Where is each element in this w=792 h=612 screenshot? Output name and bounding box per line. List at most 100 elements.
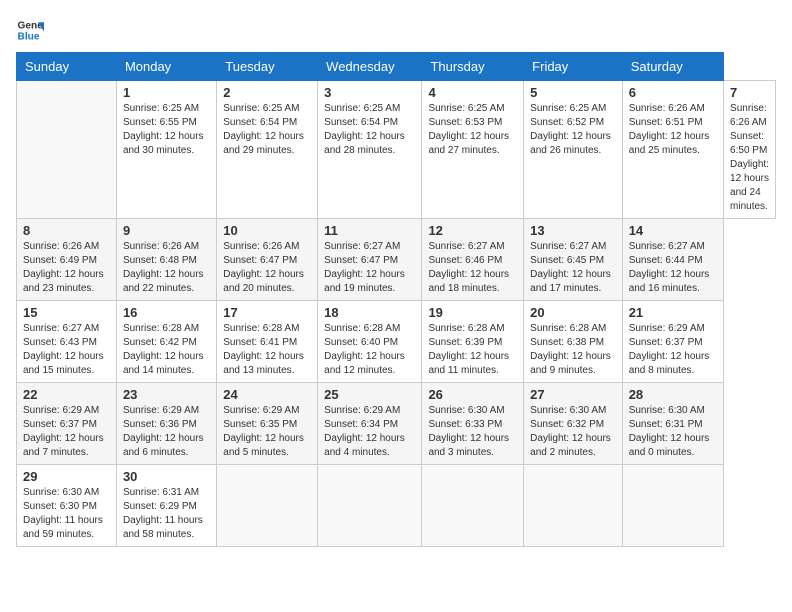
header-cell-tuesday: Tuesday bbox=[217, 53, 318, 81]
logo: General Blue bbox=[16, 16, 48, 44]
day-number: 16 bbox=[123, 305, 210, 320]
header-cell-wednesday: Wednesday bbox=[318, 53, 422, 81]
week-row-3: 15 Sunrise: 6:27 AMSunset: 6:43 PMDayligh… bbox=[17, 301, 776, 383]
day-number: 4 bbox=[428, 85, 517, 100]
day-number: 6 bbox=[629, 85, 717, 100]
calendar-cell: 12Sunrise: 6:27 AMSunset: 6:46 PMDayligh… bbox=[422, 219, 524, 301]
day-info: Sunrise: 6:26 AMSunset: 6:51 PMDaylight:… bbox=[629, 102, 717, 158]
day-number: 30 bbox=[123, 469, 210, 484]
week-row-4: 22Sunrise: 6:29 AMSunset: 6:37 PMDayligh… bbox=[17, 383, 776, 465]
calendar-cell bbox=[217, 465, 318, 547]
day-info: Sunrise: 6:28 AMSunset: 6:38 PMDaylight:… bbox=[530, 322, 616, 378]
week-row-5: 29 Sunrise: 6:30 AMSunset: 6:30 PMDayligh… bbox=[17, 465, 776, 547]
day-number: 27 bbox=[530, 387, 616, 402]
calendar-cell: 3 Sunrise: 6:25 AMSunset: 6:54 PMDaylight… bbox=[318, 81, 422, 219]
day-number: 7 bbox=[730, 85, 769, 100]
day-number: 1 bbox=[123, 85, 210, 100]
day-number: 11 bbox=[324, 223, 415, 238]
week-row-1: 1 Sunrise: 6:25 AMSunset: 6:55 PMDaylight… bbox=[17, 81, 776, 219]
calendar-cell: 6 Sunrise: 6:26 AMSunset: 6:51 PMDaylight… bbox=[622, 81, 723, 219]
day-info: Sunrise: 6:25 AMSunset: 6:54 PMDaylight:… bbox=[324, 102, 415, 158]
day-number: 18 bbox=[324, 305, 415, 320]
calendar-cell: 22Sunrise: 6:29 AMSunset: 6:37 PMDayligh… bbox=[17, 383, 117, 465]
day-info: Sunrise: 6:25 AMSunset: 6:52 PMDaylight:… bbox=[530, 102, 616, 158]
day-info: Sunrise: 6:26 AMSunset: 6:50 PMDaylight:… bbox=[730, 102, 769, 214]
calendar-cell: 23 Sunrise: 6:29 AMSunset: 6:36 PMDayligh… bbox=[116, 383, 216, 465]
day-number: 29 bbox=[23, 469, 110, 484]
calendar-cell: 13 Sunrise: 6:27 AMSunset: 6:45 PMDayligh… bbox=[524, 219, 623, 301]
calendar-cell: 28Sunrise: 6:30 AMSunset: 6:31 PMDayligh… bbox=[622, 383, 723, 465]
header-cell-friday: Friday bbox=[524, 53, 623, 81]
day-info: Sunrise: 6:27 AMSunset: 6:44 PMDaylight:… bbox=[629, 240, 717, 296]
day-info: Sunrise: 6:25 AMSunset: 6:55 PMDaylight:… bbox=[123, 102, 210, 158]
day-number: 13 bbox=[530, 223, 616, 238]
calendar-cell: 25Sunrise: 6:29 AMSunset: 6:34 PMDayligh… bbox=[318, 383, 422, 465]
calendar-cell: 26 Sunrise: 6:30 AMSunset: 6:33 PMDayligh… bbox=[422, 383, 524, 465]
calendar-body: 1 Sunrise: 6:25 AMSunset: 6:55 PMDaylight… bbox=[17, 81, 776, 547]
logo-icon: General Blue bbox=[16, 16, 44, 44]
day-number: 12 bbox=[428, 223, 517, 238]
day-info: Sunrise: 6:27 AMSunset: 6:47 PMDaylight:… bbox=[324, 240, 415, 296]
header-cell-sunday: Sunday bbox=[17, 53, 117, 81]
day-number: 23 bbox=[123, 387, 210, 402]
day-number: 21 bbox=[629, 305, 717, 320]
header-cell-thursday: Thursday bbox=[422, 53, 524, 81]
day-number: 3 bbox=[324, 85, 415, 100]
calendar-cell: 7 Sunrise: 6:26 AMSunset: 6:50 PMDaylight… bbox=[724, 81, 776, 219]
day-number: 2 bbox=[223, 85, 311, 100]
calendar-cell bbox=[17, 81, 117, 219]
calendar-cell: 11 Sunrise: 6:27 AMSunset: 6:47 PMDayligh… bbox=[318, 219, 422, 301]
day-number: 8 bbox=[23, 223, 110, 238]
day-info: Sunrise: 6:29 AMSunset: 6:35 PMDaylight:… bbox=[223, 404, 311, 460]
calendar-cell: 2 Sunrise: 6:25 AMSunset: 6:54 PMDaylight… bbox=[217, 81, 318, 219]
calendar-cell: 30 Sunrise: 6:31 AMSunset: 6:29 PMDayligh… bbox=[116, 465, 216, 547]
calendar-cell: 24Sunrise: 6:29 AMSunset: 6:35 PMDayligh… bbox=[217, 383, 318, 465]
calendar-cell: 17 Sunrise: 6:28 AMSunset: 6:41 PMDayligh… bbox=[217, 301, 318, 383]
calendar-cell: 9Sunrise: 6:26 AMSunset: 6:48 PMDaylight… bbox=[116, 219, 216, 301]
day-info: Sunrise: 6:28 AMSunset: 6:39 PMDaylight:… bbox=[428, 322, 517, 378]
day-number: 5 bbox=[530, 85, 616, 100]
day-info: Sunrise: 6:30 AMSunset: 6:33 PMDaylight:… bbox=[428, 404, 517, 460]
calendar-cell: 20 Sunrise: 6:28 AMSunset: 6:38 PMDayligh… bbox=[524, 301, 623, 383]
day-info: Sunrise: 6:27 AMSunset: 6:43 PMDaylight:… bbox=[23, 322, 110, 378]
day-info: Sunrise: 6:29 AMSunset: 6:37 PMDaylight:… bbox=[629, 322, 717, 378]
calendar-cell bbox=[622, 465, 723, 547]
calendar-cell: 27 Sunrise: 6:30 AMSunset: 6:32 PMDayligh… bbox=[524, 383, 623, 465]
day-info: Sunrise: 6:25 AMSunset: 6:53 PMDaylight:… bbox=[428, 102, 517, 158]
calendar-cell: 4 Sunrise: 6:25 AMSunset: 6:53 PMDaylight… bbox=[422, 81, 524, 219]
day-number: 28 bbox=[629, 387, 717, 402]
day-number: 17 bbox=[223, 305, 311, 320]
day-info: Sunrise: 6:30 AMSunset: 6:32 PMDaylight:… bbox=[530, 404, 616, 460]
header-cell-monday: Monday bbox=[116, 53, 216, 81]
svg-text:Blue: Blue bbox=[18, 31, 40, 42]
calendar-header: SundayMondayTuesdayWednesdayThursdayFrid… bbox=[17, 53, 776, 81]
header-cell-saturday: Saturday bbox=[622, 53, 723, 81]
calendar-cell: 14 Sunrise: 6:27 AMSunset: 6:44 PMDayligh… bbox=[622, 219, 723, 301]
calendar-table: SundayMondayTuesdayWednesdayThursdayFrid… bbox=[16, 52, 776, 547]
day-info: Sunrise: 6:29 AMSunset: 6:34 PMDaylight:… bbox=[324, 404, 415, 460]
page-header: General Blue bbox=[16, 16, 776, 44]
day-info: Sunrise: 6:26 AMSunset: 6:48 PMDaylight:… bbox=[123, 240, 210, 296]
day-info: Sunrise: 6:25 AMSunset: 6:54 PMDaylight:… bbox=[223, 102, 311, 158]
calendar-cell: 10 Sunrise: 6:26 AMSunset: 6:47 PMDayligh… bbox=[217, 219, 318, 301]
calendar-cell: 15 Sunrise: 6:27 AMSunset: 6:43 PMDayligh… bbox=[17, 301, 117, 383]
calendar-cell: 16 Sunrise: 6:28 AMSunset: 6:42 PMDayligh… bbox=[116, 301, 216, 383]
week-row-2: 8Sunrise: 6:26 AMSunset: 6:49 PMDaylight… bbox=[17, 219, 776, 301]
day-number: 26 bbox=[428, 387, 517, 402]
day-info: Sunrise: 6:26 AMSunset: 6:47 PMDaylight:… bbox=[223, 240, 311, 296]
calendar-cell bbox=[422, 465, 524, 547]
day-info: Sunrise: 6:28 AMSunset: 6:41 PMDaylight:… bbox=[223, 322, 311, 378]
day-info: Sunrise: 6:30 AMSunset: 6:30 PMDaylight:… bbox=[23, 486, 110, 542]
day-info: Sunrise: 6:31 AMSunset: 6:29 PMDaylight:… bbox=[123, 486, 210, 542]
day-number: 10 bbox=[223, 223, 311, 238]
day-info: Sunrise: 6:29 AMSunset: 6:36 PMDaylight:… bbox=[123, 404, 210, 460]
day-info: Sunrise: 6:28 AMSunset: 6:40 PMDaylight:… bbox=[324, 322, 415, 378]
calendar-cell: 29 Sunrise: 6:30 AMSunset: 6:30 PMDayligh… bbox=[17, 465, 117, 547]
calendar-cell: 1 Sunrise: 6:25 AMSunset: 6:55 PMDaylight… bbox=[116, 81, 216, 219]
day-number: 15 bbox=[23, 305, 110, 320]
day-number: 20 bbox=[530, 305, 616, 320]
calendar-cell: 18 Sunrise: 6:28 AMSunset: 6:40 PMDayligh… bbox=[318, 301, 422, 383]
day-number: 14 bbox=[629, 223, 717, 238]
day-info: Sunrise: 6:28 AMSunset: 6:42 PMDaylight:… bbox=[123, 322, 210, 378]
day-info: Sunrise: 6:27 AMSunset: 6:45 PMDaylight:… bbox=[530, 240, 616, 296]
